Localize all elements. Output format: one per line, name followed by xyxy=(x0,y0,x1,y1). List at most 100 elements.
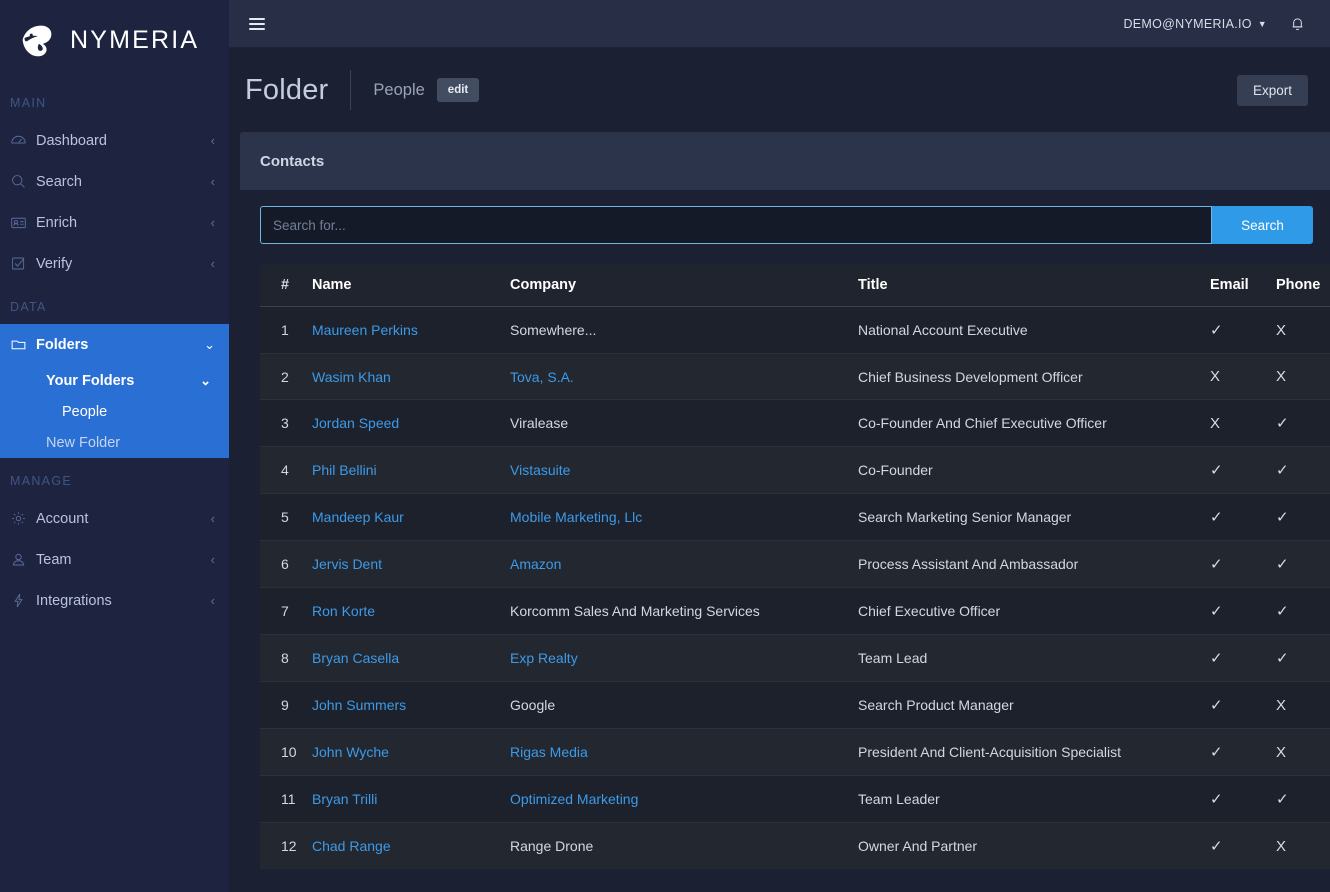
contact-name-link[interactable]: Mandeep Kaur xyxy=(312,509,404,525)
cell-company: Viralease xyxy=(510,399,858,447)
table-row: 10 John Wyche Rigas Media President And Cli… xyxy=(260,728,1330,776)
falcon-logo-icon xyxy=(14,17,60,63)
cell-phone-status: X xyxy=(1276,681,1330,729)
sidebar-section-manage: MANAGE xyxy=(10,474,72,488)
sidebar-item-label: Dashboard xyxy=(36,132,107,149)
contact-name-link[interactable]: Jervis Dent xyxy=(312,556,382,572)
chevron-left-icon: ‹ xyxy=(210,552,215,567)
cell-phone-status: ✓ xyxy=(1276,775,1330,823)
column-header-title[interactable]: Title xyxy=(858,264,1210,307)
cell-title: Team Lead xyxy=(858,634,1210,682)
search-row: Search xyxy=(260,206,1313,244)
company-link[interactable]: Amazon xyxy=(510,556,561,572)
contact-name-link[interactable]: Bryan Casella xyxy=(312,650,399,666)
check-icon: ✓ xyxy=(1276,509,1289,526)
cell-company: Amazon xyxy=(510,540,858,588)
cell-title: Owner And Partner xyxy=(858,822,1210,869)
contacts-card: Contacts Search # Name Company Title xyxy=(240,132,1330,869)
cell-title: Process Assistant And Ambassador xyxy=(858,540,1210,588)
sidebar-item-enrich[interactable]: Enrich ‹ xyxy=(0,202,229,243)
sidebar-item-your-folders[interactable]: Your Folders ⌄ xyxy=(0,365,229,396)
cross-icon: X xyxy=(1210,368,1221,385)
contact-name-link[interactable]: Wasim Khan xyxy=(312,369,391,385)
sidebar-subitem-label: New Folder xyxy=(46,434,121,451)
column-header-email[interactable]: Email xyxy=(1210,264,1276,307)
contact-name-link[interactable]: Phil Bellini xyxy=(312,462,377,478)
sidebar-subitem-label: People xyxy=(62,403,108,420)
company-link[interactable]: Mobile Marketing, Llc xyxy=(510,509,642,525)
edit-button[interactable]: edit xyxy=(436,78,480,102)
cell-email-status: ✓ xyxy=(1210,306,1276,354)
user-icon xyxy=(10,551,36,568)
column-header-company[interactable]: Company xyxy=(510,264,858,307)
chevron-left-icon: ‹ xyxy=(210,511,215,526)
cell-company: Rigas Media xyxy=(510,728,858,776)
check-icon: ✓ xyxy=(1210,462,1223,479)
user-menu-dropdown[interactable]: DEMO@NYMERIA.IO ▼ xyxy=(1123,17,1267,31)
cell-index: 7 xyxy=(260,587,312,635)
contact-name-link[interactable]: Jordan Speed xyxy=(312,415,399,431)
brand[interactable]: NYMERIA xyxy=(0,0,229,80)
column-header-name[interactable]: Name xyxy=(312,264,510,307)
cell-email-status: ✓ xyxy=(1210,540,1276,588)
check-icon: ✓ xyxy=(1276,462,1289,479)
table-row: 9 John Summers Google Search Product Manage… xyxy=(260,681,1330,729)
check-icon: ✓ xyxy=(1210,322,1223,339)
cross-icon: X xyxy=(1276,368,1287,385)
company-link[interactable]: Optimized Marketing xyxy=(510,791,638,807)
sidebar-item-integrations[interactable]: Integrations ‹ xyxy=(0,580,229,621)
company-link[interactable]: Exp Realty xyxy=(510,650,578,666)
cell-name: Phil Bellini xyxy=(312,446,510,494)
search-input[interactable] xyxy=(260,206,1212,244)
sidebar-item-people[interactable]: People xyxy=(0,396,229,427)
topbar: DEMO@NYMERIA.IO ▼ xyxy=(229,0,1330,48)
table-row: 3 Jordan Speed Viralease Co-Founder And Chi… xyxy=(260,399,1330,447)
contact-name-link[interactable]: Chad Range xyxy=(312,838,391,854)
sidebar-item-new-folder[interactable]: New Folder xyxy=(0,427,229,458)
dashboard-gauge-icon xyxy=(10,132,36,149)
column-header-phone[interactable]: Phone xyxy=(1276,264,1330,307)
cell-email-status: X xyxy=(1210,399,1276,447)
company-link[interactable]: Rigas Media xyxy=(510,744,588,760)
sidebar-item-team[interactable]: Team ‹ xyxy=(0,539,229,580)
cell-company: Optimized Marketing xyxy=(510,775,858,823)
cell-phone-status: X xyxy=(1276,728,1330,776)
company-text: Range Drone xyxy=(510,838,594,854)
table-head: # Name Company Title Email Phone xyxy=(260,264,1330,307)
cell-title: Chief Executive Officer xyxy=(858,587,1210,635)
table-row: 5 Mandeep Kaur Mobile Marketing, Llc Search… xyxy=(260,493,1330,541)
sidebar-item-search[interactable]: Search ‹ xyxy=(0,161,229,202)
chevron-left-icon: ‹ xyxy=(210,256,215,271)
company-link[interactable]: Vistasuite xyxy=(510,462,570,478)
company-link[interactable]: Tova, S.A. xyxy=(510,369,574,385)
check-icon: ✓ xyxy=(1210,744,1223,761)
hamburger-menu-icon[interactable] xyxy=(249,17,265,30)
contact-name-link[interactable]: John Summers xyxy=(312,697,406,713)
cell-phone-status: ✓ xyxy=(1276,540,1330,588)
column-header-index[interactable]: # xyxy=(260,264,312,307)
cell-name: Bryan Casella xyxy=(312,634,510,682)
sidebar-item-dashboard[interactable]: Dashboard ‹ xyxy=(0,120,229,161)
cell-index: 4 xyxy=(260,446,312,494)
notification-bell-icon[interactable] xyxy=(1289,15,1306,32)
brand-name: NYMERIA xyxy=(70,25,200,54)
contact-name-link[interactable]: John Wyche xyxy=(312,744,389,760)
export-button[interactable]: Export xyxy=(1236,74,1308,106)
cell-email-status: ✓ xyxy=(1210,446,1276,494)
check-icon: ✓ xyxy=(1276,650,1289,667)
sidebar-item-verify[interactable]: Verify ‹ xyxy=(0,243,229,284)
id-card-icon xyxy=(10,214,36,231)
cell-index: 6 xyxy=(260,540,312,588)
chevron-down-icon: ⌄ xyxy=(204,337,215,352)
chevron-left-icon: ‹ xyxy=(210,593,215,608)
sidebar-item-folders[interactable]: Folders ⌄ xyxy=(0,324,229,365)
contact-name-link[interactable]: Maureen Perkins xyxy=(312,322,418,338)
sidebar-item-account[interactable]: Account ‹ xyxy=(0,498,229,539)
search-button[interactable]: Search xyxy=(1212,206,1313,244)
company-text: Google xyxy=(510,697,556,713)
contact-name-link[interactable]: Ron Korte xyxy=(312,603,375,619)
lightning-bolt-icon xyxy=(10,592,36,609)
contact-name-link[interactable]: Bryan Trilli xyxy=(312,791,377,807)
table-row: 8 Bryan Casella Exp Realty Team Lead ✓ ✓ xyxy=(260,634,1330,682)
company-text: Viralease xyxy=(510,415,569,431)
